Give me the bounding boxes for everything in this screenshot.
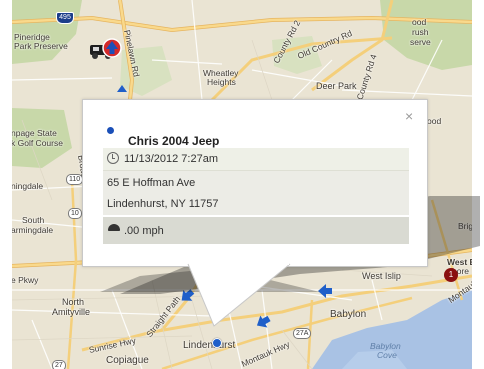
track-arrow-icon	[117, 85, 127, 92]
speed-row: .00 mph	[103, 217, 409, 244]
vehicle-marker-icon	[107, 127, 114, 134]
vehicle-info-popup: × Chris 2004 Jeep 11/13/2012 7:27am 65 E…	[82, 99, 428, 267]
close-icon[interactable]: ×	[405, 108, 413, 124]
vehicle-name: Chris 2004 Jeep	[128, 134, 220, 148]
vehicle-location-dot[interactable]	[212, 338, 222, 348]
timestamp-row: 11/13/2012 7:27am	[103, 148, 409, 171]
address-line-1: 65 E Hoffman Ave	[107, 177, 196, 189]
track-arrow-icon	[256, 315, 271, 328]
address-row: 65 E Hoffman Ave Lindenhurst, NY 11757	[103, 171, 409, 215]
address-line-2: Lindenhurst, NY 11757	[107, 198, 219, 210]
clock-icon	[107, 152, 119, 164]
timestamp-text: 11/13/2012 7:27am	[124, 153, 218, 165]
speed-value: .00 mph	[124, 225, 164, 237]
speedometer-icon	[108, 224, 120, 231]
